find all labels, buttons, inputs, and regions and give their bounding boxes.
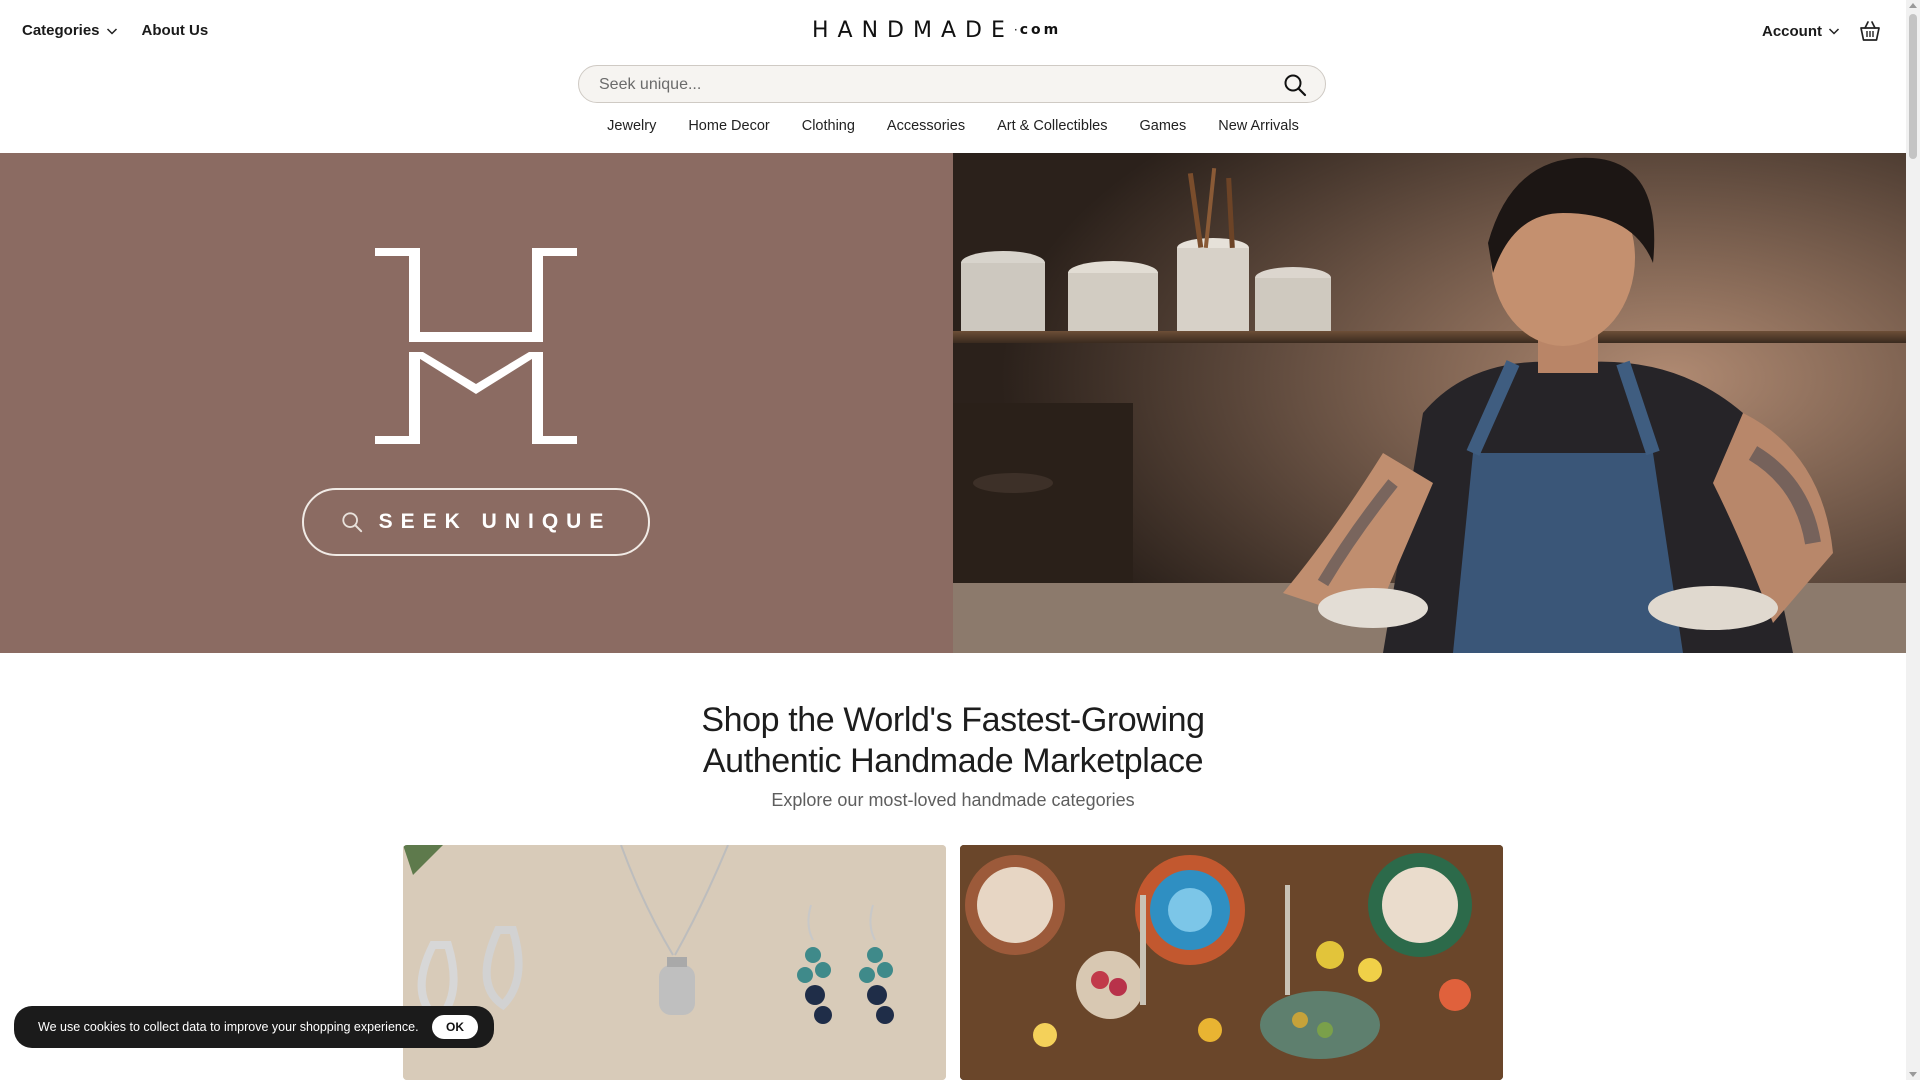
hm-logo-icon <box>375 248 577 444</box>
site-logo[interactable]: HANDMADE·com <box>812 18 1061 43</box>
categories-label: Categories <box>22 22 100 39</box>
headline-line-2: Authentic Handmade Marketplace <box>702 742 1204 780</box>
site-header: Categories About Us HANDMADE·com Account… <box>0 0 1906 153</box>
category-nav-accessories[interactable]: Accessories <box>887 118 965 134</box>
section-headline: Shop the World's Fastest-Growing Authent… <box>0 700 1906 782</box>
search-input[interactable] <box>597 66 1261 104</box>
category-nav: Jewelry Home Decor Clothing Accessories … <box>0 118 1906 134</box>
category-nav-games[interactable]: Games <box>1140 118 1187 134</box>
section-subheadline: Explore our most-loved handmade categori… <box>771 790 1135 810</box>
logo-dot: · <box>1013 23 1020 37</box>
category-nav-jewelry[interactable]: Jewelry <box>607 118 656 134</box>
cookie-message: We use cookies to collect data to improv… <box>38 1020 419 1034</box>
about-us-link[interactable]: About Us <box>142 22 209 39</box>
seek-unique-button[interactable]: SEEK UNIQUE <box>302 488 650 556</box>
top-nav-left: Categories About Us <box>22 22 208 39</box>
logo-suffix: com <box>1019 22 1062 38</box>
home-decor-photo <box>960 845 1503 1080</box>
scroll-thumb[interactable] <box>1909 14 1917 159</box>
hero-brand-panel: SEEK UNIQUE <box>0 153 953 653</box>
scroll-up-arrow[interactable] <box>1909 3 1917 8</box>
search-icon <box>342 512 362 533</box>
category-nav-clothing[interactable]: Clothing <box>802 118 855 134</box>
top-nav-right: Account <box>1762 20 1882 42</box>
headline-line-1: Shop the World's Fastest-Growing <box>701 701 1205 739</box>
scroll-down-arrow[interactable] <box>1909 1072 1917 1077</box>
search-icon[interactable] <box>1283 73 1307 97</box>
cookie-ok-button[interactable]: OK <box>432 1015 478 1039</box>
basket-icon[interactable] <box>1858 20 1882 42</box>
cookie-banner: We use cookies to collect data to improv… <box>14 1006 494 1048</box>
logo-main: HANDMADE <box>812 18 1014 43</box>
chevron-down-icon <box>106 27 117 35</box>
page-scrollbar[interactable] <box>1906 0 1920 1080</box>
category-nav-home-decor[interactable]: Home Decor <box>688 118 769 134</box>
category-card-home-decor[interactable] <box>960 845 1503 1080</box>
category-nav-new-arrivals[interactable]: New Arrivals <box>1218 118 1299 134</box>
hero-artisan-image <box>953 153 1906 653</box>
account-label: Account <box>1762 22 1822 40</box>
about-us-label: About Us <box>141 22 209 39</box>
categories-menu[interactable]: Categories <box>22 22 118 39</box>
seek-unique-label: SEEK UNIQUE <box>378 510 612 533</box>
search-bar <box>578 65 1326 104</box>
artisan-illustration <box>953 153 1906 653</box>
category-nav-art-collectibles[interactable]: Art & Collectibles <box>997 118 1107 134</box>
chevron-down-icon <box>1828 28 1840 35</box>
account-menu[interactable]: Account <box>1762 23 1840 40</box>
